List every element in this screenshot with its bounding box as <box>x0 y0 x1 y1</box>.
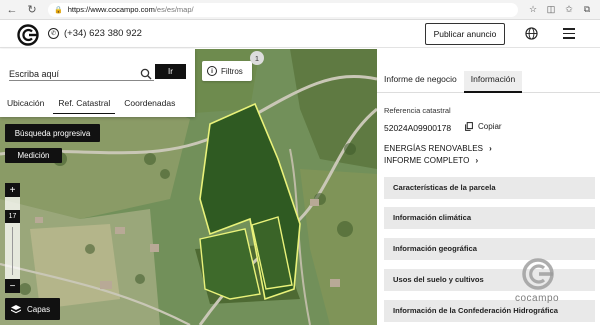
info-panel: Informe de negocio Información Referenci… <box>377 49 600 325</box>
copy-icon <box>465 122 473 131</box>
renewable-energy-label: ENERGÍAS RENOVABLES <box>384 144 484 153</box>
copy-button[interactable]: Copiar <box>465 122 502 131</box>
cadastral-ref-value: 52024A09900178 <box>384 123 452 133</box>
filters-button[interactable]: i Filtros <box>202 61 252 81</box>
url-host: https://www.cocampo.com <box>67 5 155 14</box>
tab-information[interactable]: Información <box>463 71 523 93</box>
reload-icon[interactable]: ↻ <box>24 2 40 18</box>
star-icon[interactable]: ☆ <box>524 4 542 15</box>
zoom-in-button[interactable]: + <box>5 183 20 197</box>
tab-coordenadas[interactable]: Coordenadas <box>117 96 182 117</box>
cadastral-ref-label: Referencia catastral <box>384 106 451 115</box>
progressive-search-button[interactable]: Búsqueda progresiva <box>5 124 100 142</box>
globe-icon[interactable] <box>525 27 538 40</box>
zoom-level: 17 <box>5 210 20 223</box>
address-bar[interactable]: 🔒 https://www.cocampo.com/es/es/map/ <box>48 2 518 17</box>
chevron-right-icon: › <box>475 156 479 165</box>
phone-number: (+34) 623 380 922 <box>64 28 142 39</box>
filters-count-badge: 1 <box>250 51 264 65</box>
site-header: ✆ (+34) 623 380 922 Publicar anuncio <box>0 20 600 48</box>
chevron-right-icon: › <box>489 144 492 153</box>
tab-ubicacion[interactable]: Ubicación <box>0 96 51 117</box>
split-icon[interactable]: ◫ <box>542 4 560 15</box>
hamburger-menu-icon[interactable] <box>563 28 575 42</box>
tab-business-report[interactable]: Informe de negocio <box>377 71 464 92</box>
whatsapp-icon: ✆ <box>48 28 59 39</box>
phone-contact[interactable]: ✆ (+34) 623 380 922 <box>48 28 142 39</box>
publish-listing-button[interactable]: Publicar anuncio <box>425 23 505 45</box>
zoom-slider[interactable] <box>12 227 13 275</box>
full-report-label: INFORME COMPLETO <box>384 156 470 165</box>
measure-button[interactable]: Medición <box>5 148 62 163</box>
copy-label: Copiar <box>478 122 502 131</box>
layers-label: Capas <box>27 304 51 314</box>
favorites-icon[interactable]: ✩ <box>560 4 578 15</box>
cocampo-logo-icon[interactable] <box>17 24 39 46</box>
zoom-control: + 17 − <box>5 183 20 293</box>
go-button[interactable]: Ir <box>155 64 186 79</box>
search-mode-tabs: Ubicación Ref. Catastral Coordenadas <box>0 96 195 117</box>
full-report-link[interactable]: INFORME COMPLETO › <box>384 156 478 165</box>
search-panel: Ir Ubicación Ref. Catastral Coordenadas <box>0 49 195 117</box>
tab-ref-catastral[interactable]: Ref. Catastral <box>51 96 117 117</box>
lock-icon: 🔒 <box>54 6 63 14</box>
search-icon[interactable] <box>140 68 152 80</box>
back-icon[interactable]: ← <box>4 2 20 18</box>
renewable-energy-link[interactable]: ENERGÍAS RENOVABLES › <box>384 144 492 153</box>
browser-actions: ☆ ◫ ✩ ⧉ <box>524 4 596 15</box>
extensions-icon[interactable]: ⧉ <box>578 4 596 15</box>
layers-button[interactable]: Capas <box>5 298 60 320</box>
zoom-out-button[interactable]: − <box>5 279 20 293</box>
watermark-text: cocampo <box>515 293 560 304</box>
section-parcel-characteristics[interactable]: Características de la parcela <box>384 177 595 199</box>
url-path: /es/es/map/ <box>154 5 194 14</box>
filters-label: Filtros <box>221 66 243 76</box>
browser-toolbar: ← ↻ 🔒 https://www.cocampo.com/es/es/map/… <box>0 0 600 20</box>
section-climate-info[interactable]: Información climática <box>384 207 595 229</box>
panel-tabs: Informe de negocio Información <box>377 71 600 93</box>
info-icon: i <box>207 66 217 76</box>
search-input[interactable] <box>9 68 154 81</box>
layers-icon <box>11 304 21 313</box>
